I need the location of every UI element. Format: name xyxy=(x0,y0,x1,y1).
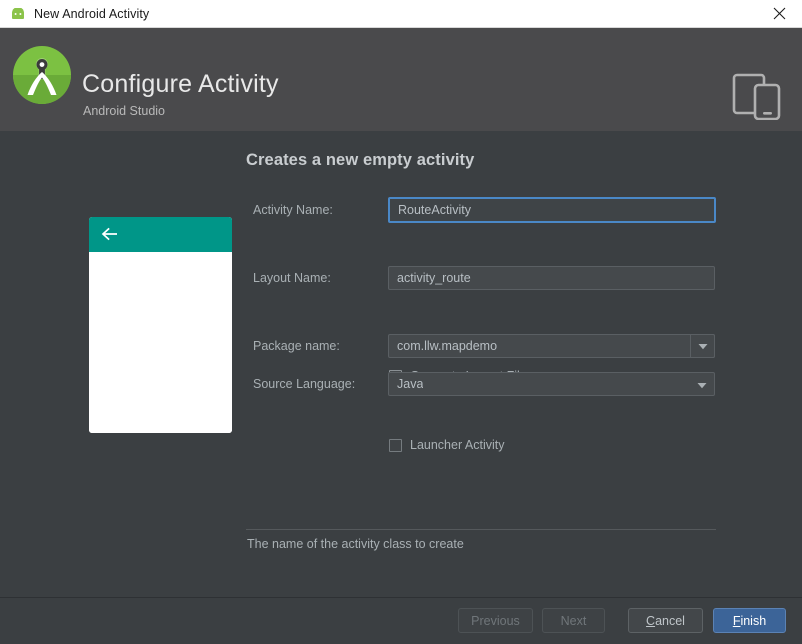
activity-preview xyxy=(89,217,232,433)
dialog-buttonbar: Previous Next Cancel Finish xyxy=(0,598,802,644)
cancel-mnemonic: C xyxy=(646,613,656,628)
preview-phone-frame xyxy=(89,217,232,433)
window-title: New Android Activity xyxy=(34,6,150,21)
launcher-activity-label: Launcher Activity xyxy=(410,438,505,452)
chevron-down-icon[interactable] xyxy=(690,334,715,358)
layout-name-label: Layout Name: xyxy=(253,271,331,285)
package-name-value: com.llw.mapdemo xyxy=(397,339,498,353)
package-name-label: Package name: xyxy=(253,339,340,353)
back-arrow-icon xyxy=(101,226,119,244)
previous-button[interactable]: Previous xyxy=(458,608,533,633)
source-language-label: Source Language: xyxy=(253,377,356,391)
activity-name-value: RouteActivity xyxy=(398,203,471,217)
close-icon[interactable] xyxy=(756,0,802,27)
layout-name-value: activity_route xyxy=(397,271,471,285)
finish-label-rest: inish xyxy=(740,613,767,628)
android-robot-icon xyxy=(9,7,27,21)
page-subtitle: Android Studio xyxy=(83,104,166,118)
layout-name-input[interactable]: activity_route xyxy=(388,266,715,290)
tablet-phone-icon xyxy=(730,70,784,121)
finish-button[interactable]: Finish xyxy=(713,608,786,633)
package-name-combobox[interactable]: com.llw.mapdemo xyxy=(388,334,715,358)
page-title: Configure Activity xyxy=(82,70,279,98)
dialog-header: Configure Activity Android Studio xyxy=(0,28,802,131)
new-android-activity-dialog: New Android Activity Configure Activity … xyxy=(0,0,802,644)
cancel-label-rest: ancel xyxy=(655,613,685,628)
preview-appbar xyxy=(89,217,232,252)
preview-content-area xyxy=(89,252,232,433)
launcher-activity-checkbox[interactable] xyxy=(389,438,402,452)
activity-name-input[interactable]: RouteActivity xyxy=(388,197,716,223)
chevron-down-icon[interactable] xyxy=(696,380,707,390)
window-titlebar: New Android Activity xyxy=(0,0,802,28)
source-language-value: Java xyxy=(397,377,424,391)
launcher-activity-checkbox-row[interactable]: Launcher Activity xyxy=(389,438,505,452)
section-title: Creates a new empty activity xyxy=(246,151,475,169)
activity-name-label: Activity Name: xyxy=(253,203,333,217)
dialog-body: Creates a new empty activity Activity Na… xyxy=(0,131,802,597)
android-studio-logo xyxy=(12,45,72,105)
next-button[interactable]: Next xyxy=(542,608,605,633)
hint-text: The name of the activity class to create xyxy=(247,537,464,551)
hint-divider xyxy=(246,529,716,530)
cancel-button[interactable]: Cancel xyxy=(628,608,703,633)
source-language-combobox[interactable]: Java xyxy=(388,372,715,396)
